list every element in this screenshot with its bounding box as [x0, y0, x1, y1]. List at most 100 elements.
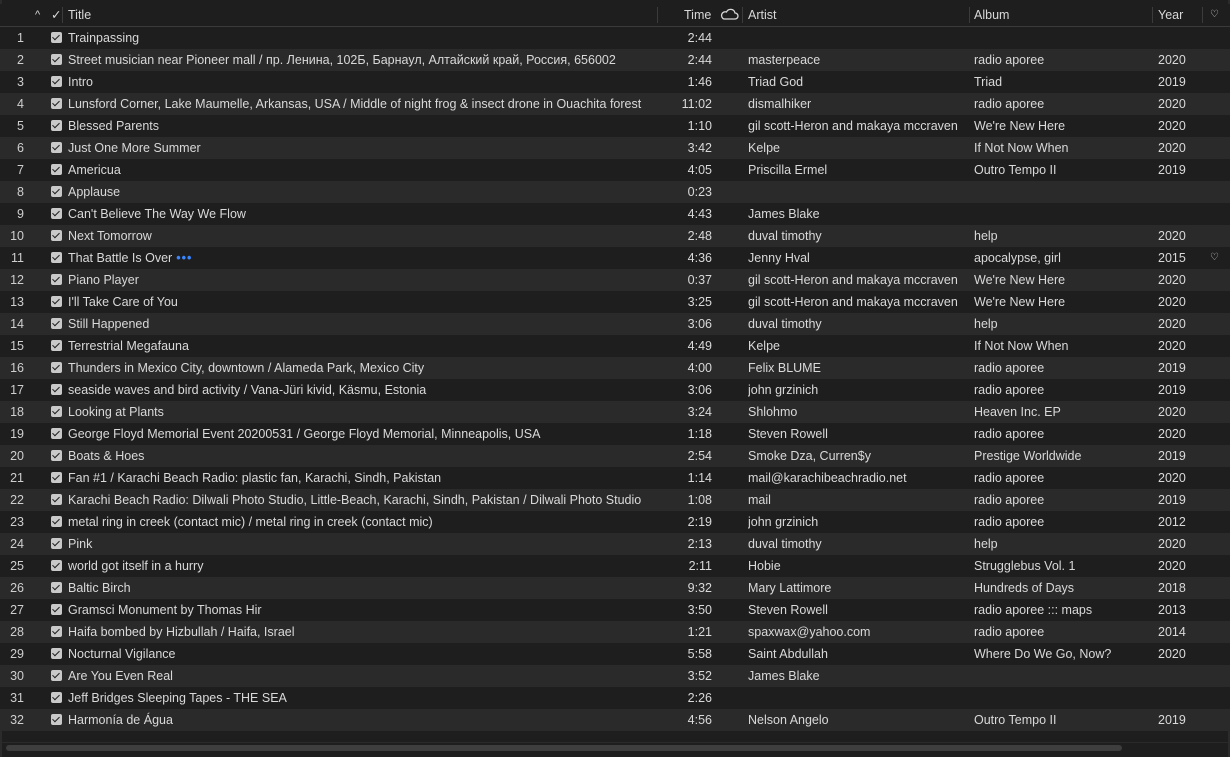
track-checkbox[interactable] [51, 626, 62, 637]
table-row[interactable]: 5 Blessed Parents 1:10 gil scott-Heron and … [0, 115, 1230, 137]
track-checkbox[interactable] [51, 670, 62, 681]
track-checkbox[interactable] [51, 450, 62, 461]
table-row[interactable]: 32 Harmonía de Água 4:56 Nelson Angelo Outro… [0, 709, 1230, 731]
track-time: 3:25 [687, 295, 712, 309]
table-row[interactable]: 29 Nocturnal Vigilance 5:58 Saint Abdullah W… [0, 643, 1230, 665]
track-checkbox[interactable] [51, 54, 62, 65]
track-checkbox[interactable] [51, 406, 62, 417]
column-divider[interactable] [969, 7, 970, 23]
track-checkbox[interactable] [51, 120, 62, 131]
track-checkbox[interactable] [51, 560, 62, 571]
table-row[interactable]: 30 Are You Even Real 3:52 James Blake [0, 665, 1230, 687]
table-row[interactable]: 19 George Floyd Memorial Event 20200531 /… [0, 423, 1230, 445]
table-row[interactable]: 14 Still Happened 3:06 duval timothy help 202… [0, 313, 1230, 335]
track-checkbox[interactable] [51, 164, 62, 175]
cloud-icon[interactable] [720, 4, 740, 26]
track-title: Next Tomorrow [68, 229, 152, 243]
track-album: radio aporee [974, 471, 1045, 485]
table-row[interactable]: 13 I'll Take Care of You 3:25 gil scott-Her… [0, 291, 1230, 313]
track-checkbox[interactable] [51, 538, 62, 549]
track-checkbox[interactable] [51, 582, 62, 593]
track-checkbox[interactable] [51, 384, 62, 395]
track-checkbox[interactable] [51, 98, 62, 109]
track-checkbox[interactable] [51, 142, 62, 153]
table-row[interactable]: 9 Can't Believe The Way We Flow 4:43 James… [0, 203, 1230, 225]
column-divider[interactable] [1202, 7, 1203, 23]
track-checkbox[interactable] [51, 296, 62, 307]
table-row[interactable]: 1 Trainpassing 2:44 [0, 27, 1230, 49]
table-row[interactable]: 4 Lunsford Corner, Lake Maumelle, Arkansa… [0, 93, 1230, 115]
table-row[interactable]: 12 Piano Player 0:37 gil scott-Heron and ma… [0, 269, 1230, 291]
table-row[interactable]: 16 Thunders in Mexico City, downtown / Al… [0, 357, 1230, 379]
table-row[interactable]: 18 Looking at Plants 3:24 Shlohmo Heaven Inc… [0, 401, 1230, 423]
column-divider[interactable] [742, 7, 743, 23]
track-title: Can't Believe The Way We Flow [68, 207, 246, 221]
heart-icon[interactable]: ♡ [1210, 4, 1219, 26]
table-row[interactable]: 26 Baltic Birch 9:32 Mary Lattimore Hundreds… [0, 577, 1230, 599]
table-row[interactable]: 7 Americua 4:05 Priscilla Ermel Outro Tempo … [0, 159, 1230, 181]
table-row[interactable]: 22 Karachi Beach Radio: Dilwali Photo Stu… [0, 489, 1230, 511]
track-checkbox[interactable] [51, 494, 62, 505]
track-checkbox[interactable] [51, 428, 62, 439]
year-column-header[interactable]: Year [1158, 4, 1183, 26]
column-divider[interactable] [1152, 7, 1153, 23]
track-artist: dismalhiker [748, 97, 812, 111]
row-number: 1 [17, 31, 24, 45]
table-row[interactable]: 10 Next Tomorrow 2:48 duval timothy help 2020 [0, 225, 1230, 247]
track-checkbox[interactable] [51, 76, 62, 87]
track-year [1158, 181, 1198, 203]
table-row[interactable]: 6 Just One More Summer 3:42 Kelpe If Not Now… [0, 137, 1230, 159]
track-checkbox[interactable] [51, 714, 62, 725]
track-checkbox[interactable] [51, 32, 62, 43]
table-row[interactable]: 21 Fan #1 / Karachi Beach Radio: plastic … [0, 467, 1230, 489]
table-row[interactable]: 28 Haifa bombed by Hizbullah / Haifa, Isr… [0, 621, 1230, 643]
loved-heart-icon[interactable]: ♡ [1210, 247, 1224, 269]
track-checkbox[interactable] [51, 362, 62, 373]
track-year: 2020 [1158, 141, 1186, 155]
track-checkbox[interactable] [51, 274, 62, 285]
table-row[interactable]: 31 Jeff Bridges Sleeping Tapes - THE SEA 2… [0, 687, 1230, 709]
horizontal-scrollbar[interactable] [2, 742, 1228, 753]
album-column-header[interactable]: Album [974, 4, 1009, 26]
track-checkbox[interactable] [51, 318, 62, 329]
table-row[interactable]: 27 Gramsci Monument by Thomas Hir 3:50 Stev… [0, 599, 1230, 621]
table-row[interactable]: 23 metal ring in creek (contact mic) / me… [0, 511, 1230, 533]
track-checkbox[interactable] [51, 252, 62, 263]
sort-indicator-icon[interactable]: ^ [35, 4, 40, 26]
table-row[interactable]: 17 seaside waves and bird activity / Vana… [0, 379, 1230, 401]
table-row[interactable]: 15 Terrestrial Megafauna 4:49 Kelpe If Not N… [0, 335, 1230, 357]
track-checkbox[interactable] [51, 604, 62, 615]
track-checkbox[interactable] [51, 692, 62, 703]
track-album [974, 27, 1150, 49]
scrollbar-thumb[interactable] [6, 745, 1122, 751]
track-time: 4:05 [687, 163, 712, 177]
row-number: 23 [10, 515, 24, 529]
track-checkbox[interactable] [51, 340, 62, 351]
row-number: 9 [17, 207, 24, 221]
artist-column-header[interactable]: Artist [748, 4, 776, 26]
track-checkbox[interactable] [51, 186, 62, 197]
table-row[interactable]: 2 Street musician near Pioneer mall / пр.… [0, 49, 1230, 71]
table-row[interactable]: 25 world got itself in a hurry 2:11 Hobie St… [0, 555, 1230, 577]
track-checkbox[interactable] [51, 516, 62, 527]
table-row[interactable]: 24 Pink 2:13 duval timothy help 2020 [0, 533, 1230, 555]
table-row[interactable]: 3 Intro 1:46 Triad God Triad 2019 [0, 71, 1230, 93]
track-artist: Hobie [748, 559, 781, 573]
table-row[interactable]: 8 Applause 0:23 [0, 181, 1230, 203]
column-divider[interactable] [657, 7, 658, 23]
time-column-header[interactable]: Time [684, 4, 711, 26]
table-row[interactable]: 20 Boats & Hoes 2:54 Smoke Dza, Curren$y Pre… [0, 445, 1230, 467]
title-column-header[interactable]: Title [68, 4, 91, 26]
column-divider[interactable] [62, 7, 63, 23]
more-options-icon[interactable]: ••• [176, 251, 192, 265]
table-row[interactable]: 11 That Battle Is Over ••• 4:36 Jenny Hval ap… [0, 247, 1230, 269]
track-checkbox[interactable] [51, 648, 62, 659]
track-year: 2019 [1158, 493, 1186, 507]
track-checkbox[interactable] [51, 472, 62, 483]
check-column-header[interactable]: ✓ [51, 4, 61, 26]
track-year: 2019 [1158, 75, 1186, 89]
track-checkbox[interactable] [51, 208, 62, 219]
track-checkbox[interactable] [51, 230, 62, 241]
track-time: 2:44 [687, 53, 712, 67]
track-album: Prestige Worldwide [974, 449, 1082, 463]
